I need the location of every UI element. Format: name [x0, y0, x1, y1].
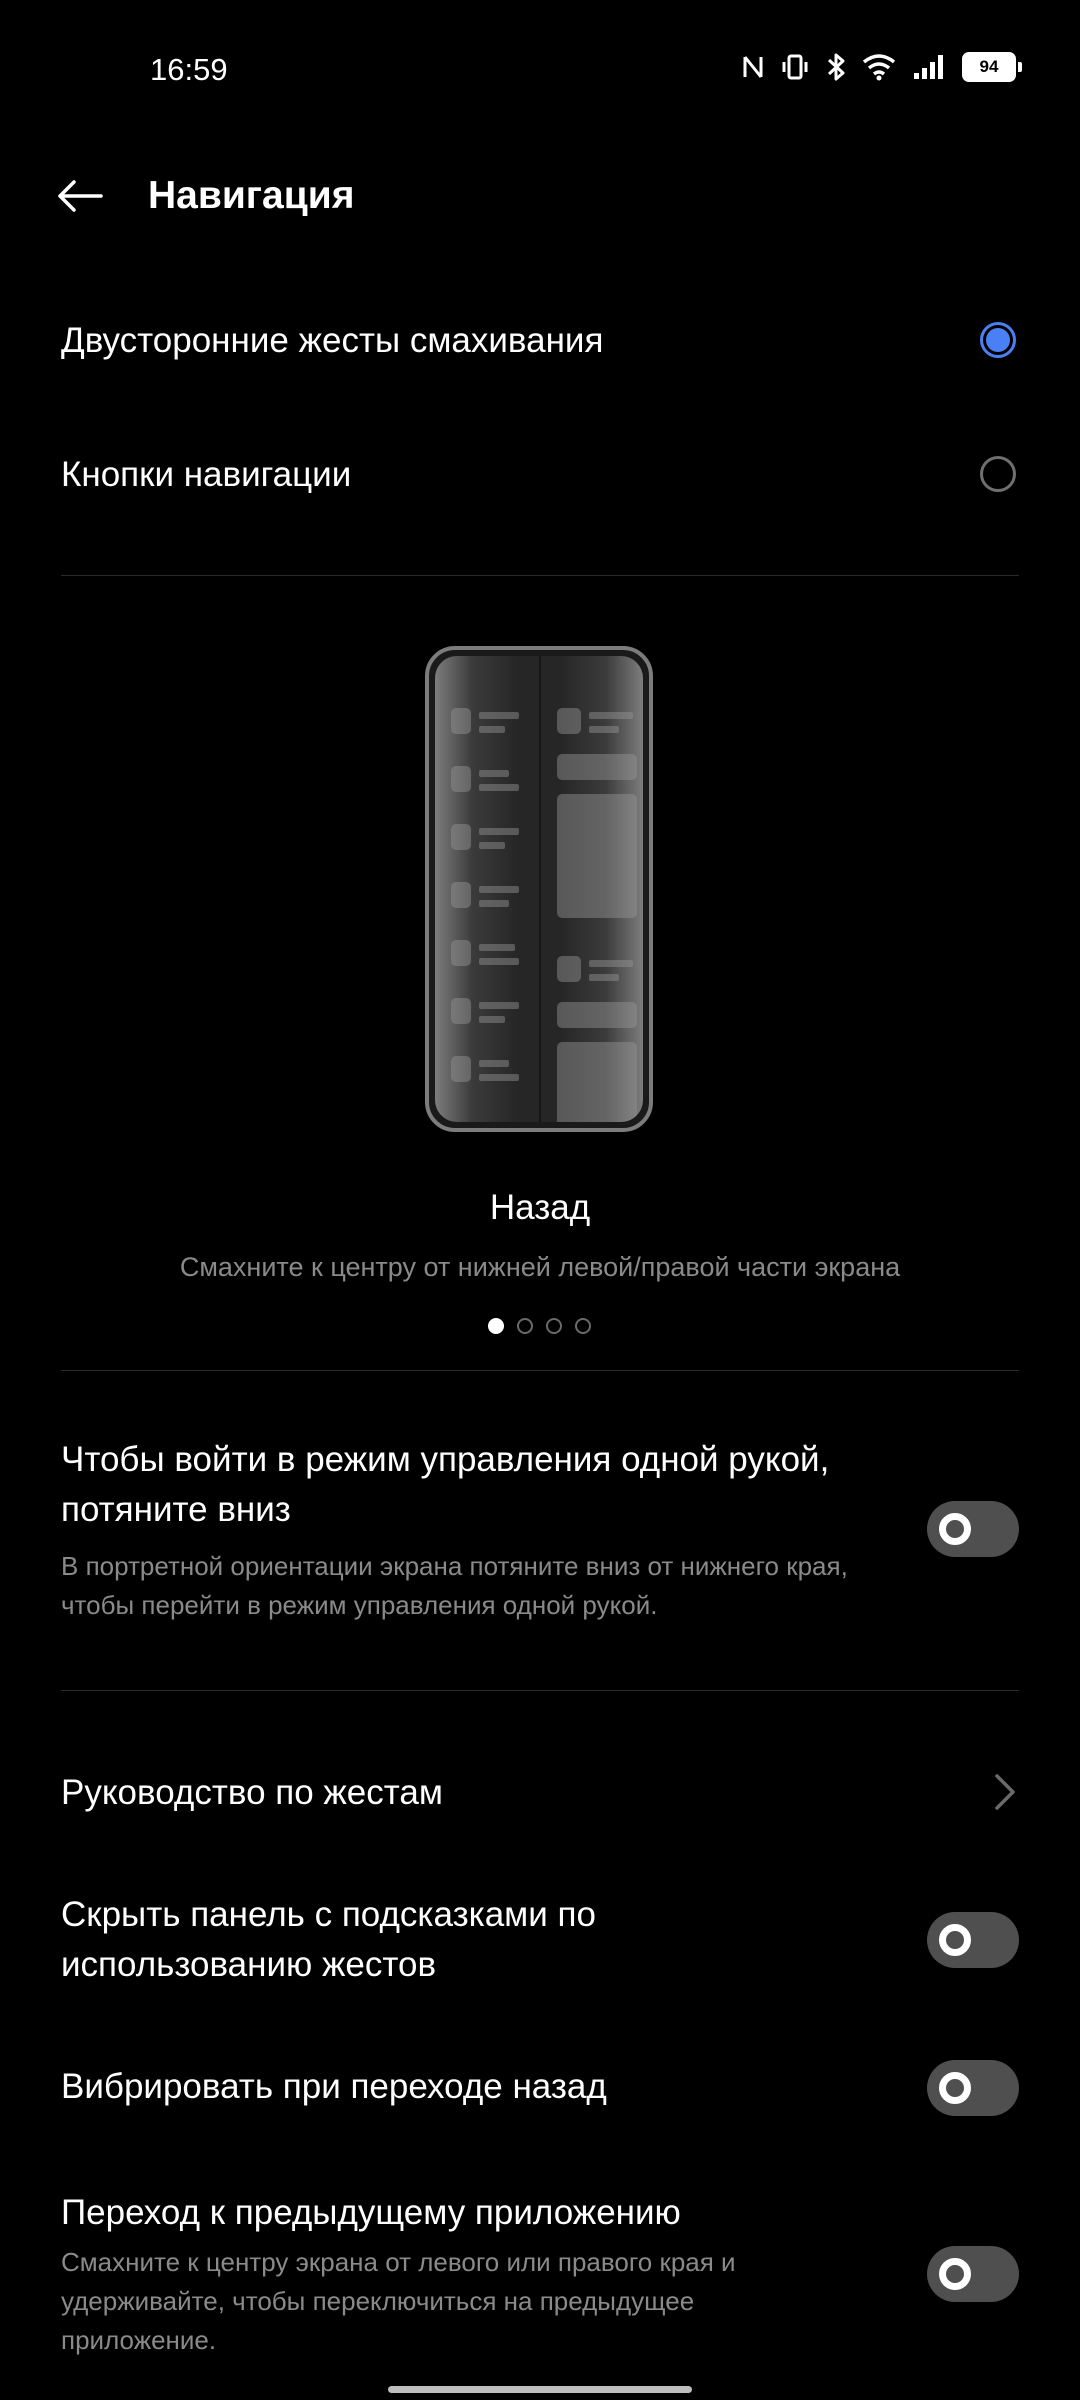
vibrate-back-title: Вибрировать при переходе назад — [61, 2067, 607, 2106]
divider — [61, 1370, 1019, 1371]
previous-app-row[interactable]: Переход к предыдущему приложению Смахнит… — [0, 2188, 1080, 2368]
home-indicator[interactable] — [388, 2386, 692, 2393]
arrow-left-icon — [57, 179, 103, 218]
battery-level: 94 — [962, 52, 1016, 82]
nav-mode-gestures-row[interactable]: Двусторонние жесты смахивания — [0, 306, 1080, 378]
pager-dot-4[interactable] — [575, 1318, 591, 1334]
nav-mode-gestures-label: Двусторонние жесты смахивания — [61, 321, 604, 360]
hide-hint-bar-row[interactable]: Скрыть панель с подсказками по использов… — [0, 1890, 1080, 2000]
vibrate-icon — [780, 53, 810, 81]
gesture-guide-title: Руководство по жестам — [61, 1773, 443, 1812]
vibrate-back-row[interactable]: Вибрировать при переходе назад — [0, 2060, 1080, 2120]
divider — [61, 1690, 1019, 1691]
nfc-icon — [742, 53, 764, 81]
gesture-title: Назад — [489, 1188, 591, 1227]
nav-mode-buttons-radio[interactable] — [980, 456, 1016, 492]
hide-hint-bar-title: Скрыть панель с подсказками по использов… — [61, 1895, 596, 1984]
gesture-description: Смахните к центру от нижней левой/правой… — [179, 1252, 901, 1282]
one-hand-mode-title: Чтобы войти в режим управления одной рук… — [61, 1440, 830, 1529]
nav-mode-gestures-radio[interactable] — [980, 322, 1016, 358]
gesture-illustration — [425, 646, 653, 1132]
battery-icon: 94 — [962, 52, 1022, 82]
pager-dot-2[interactable] — [517, 1318, 533, 1334]
nav-mode-buttons-row[interactable]: Кнопки навигации — [0, 440, 1080, 512]
wifi-icon — [862, 53, 896, 81]
chevron-right-icon — [992, 1772, 1018, 1817]
pager-dots[interactable] — [488, 1318, 591, 1334]
divider — [61, 575, 1019, 576]
back-button[interactable] — [50, 168, 110, 228]
previous-app-title: Переход к предыдущему приложению — [61, 2193, 681, 2232]
hide-hint-bar-toggle[interactable] — [927, 1912, 1019, 1968]
page-title: Навигация — [148, 174, 355, 217]
pager-dot-1[interactable] — [488, 1318, 504, 1334]
previous-app-subtitle: Смахните к центру экрана от левого или п… — [61, 2247, 736, 2355]
previous-app-toggle[interactable] — [927, 2246, 1019, 2302]
status-time: 16:59 — [150, 52, 228, 87]
gesture-guide-row[interactable]: Руководство по жестам — [0, 1760, 1080, 1826]
one-hand-mode-row[interactable]: Чтобы войти в режим управления одной рук… — [0, 1435, 1080, 1635]
one-hand-mode-subtitle: В портретной ориентации экрана потяните … — [61, 1551, 848, 1620]
status-icons: 94 — [742, 52, 1022, 82]
nav-mode-buttons-label: Кнопки навигации — [61, 455, 352, 494]
vibrate-back-toggle[interactable] — [927, 2060, 1019, 2116]
signal-icon — [912, 53, 946, 81]
pager-dot-3[interactable] — [546, 1318, 562, 1334]
one-hand-mode-toggle[interactable] — [927, 1501, 1019, 1557]
bluetooth-icon — [826, 52, 846, 82]
